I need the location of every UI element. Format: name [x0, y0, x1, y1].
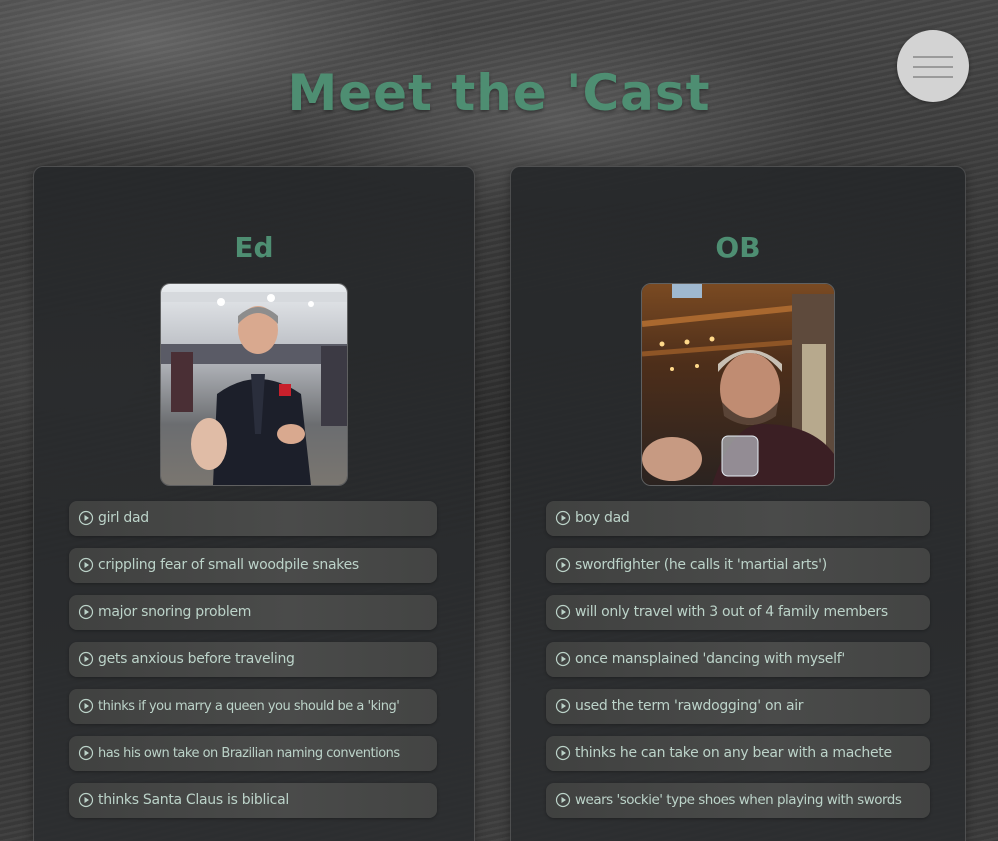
- fact-item[interactable]: crippling fear of small woodpile snakes: [69, 548, 437, 583]
- fact-item[interactable]: has his own take on Brazilian naming con…: [69, 736, 437, 771]
- fact-item[interactable]: thinks if you marry a queen you should b…: [69, 689, 437, 724]
- fact-item[interactable]: thinks Santa Claus is biblical: [69, 783, 437, 818]
- hamburger-menu-icon-bar: [913, 76, 953, 78]
- play-circle-icon: [555, 698, 571, 714]
- fact-item[interactable]: thinks he can take on any bear with a ma…: [546, 736, 930, 771]
- fact-text: girl dad: [98, 510, 149, 526]
- play-circle-icon: [78, 604, 94, 620]
- play-circle-icon: [78, 745, 94, 761]
- fact-item[interactable]: will only travel with 3 out of 4 family …: [546, 595, 930, 630]
- page-title: Meet the 'Cast: [287, 64, 711, 122]
- fact-text: swordfighter (he calls it 'martial arts'…: [575, 557, 827, 573]
- cast-name: Ed: [234, 231, 274, 264]
- cast-card-ed: Ed girl dad crippling fear of small wood…: [33, 166, 475, 841]
- fact-text: major snoring problem: [98, 604, 252, 620]
- fact-text: crippling fear of small woodpile snakes: [98, 557, 359, 573]
- play-circle-icon: [78, 510, 94, 526]
- cast-photo-ob: [641, 283, 835, 486]
- play-circle-icon: [555, 745, 571, 761]
- play-circle-icon: [555, 651, 571, 667]
- cast-photo-ed: [160, 283, 348, 486]
- play-circle-icon: [78, 557, 94, 573]
- fact-item[interactable]: boy dad: [546, 501, 930, 536]
- hamburger-menu-icon: [913, 56, 953, 58]
- fact-text: thinks if you marry a queen you should b…: [98, 699, 400, 714]
- ed-photo-image: [161, 284, 347, 485]
- fact-text: thinks Santa Claus is biblical: [98, 792, 289, 808]
- fact-text: used the term 'rawdogging' on air: [575, 698, 804, 714]
- play-circle-icon: [555, 510, 571, 526]
- fact-item[interactable]: used the term 'rawdogging' on air: [546, 689, 930, 724]
- fact-text: boy dad: [575, 510, 630, 526]
- menu-button[interactable]: [897, 30, 969, 102]
- fact-list-ob: boy dad swordfighter (he calls it 'marti…: [546, 501, 930, 830]
- fact-list-ed: girl dad crippling fear of small woodpil…: [69, 501, 437, 830]
- fact-text: thinks he can take on any bear with a ma…: [575, 745, 892, 761]
- fact-item[interactable]: wears 'sockie' type shoes when playing w…: [546, 783, 930, 818]
- cast-name: OB: [715, 231, 761, 264]
- play-circle-icon: [78, 651, 94, 667]
- fact-item[interactable]: swordfighter (he calls it 'martial arts'…: [546, 548, 930, 583]
- fact-text: gets anxious before traveling: [98, 651, 295, 667]
- play-circle-icon: [555, 604, 571, 620]
- play-circle-icon: [78, 698, 94, 714]
- play-circle-icon: [78, 792, 94, 808]
- hamburger-menu-icon-bar: [913, 66, 953, 68]
- fact-item[interactable]: girl dad: [69, 501, 437, 536]
- fact-text: once mansplained 'dancing with myself': [575, 651, 845, 667]
- fact-text: has his own take on Brazilian naming con…: [98, 746, 400, 761]
- play-circle-icon: [555, 557, 571, 573]
- fact-item[interactable]: gets anxious before traveling: [69, 642, 437, 677]
- fact-item[interactable]: major snoring problem: [69, 595, 437, 630]
- ob-photo-image: [642, 284, 834, 485]
- fact-item[interactable]: once mansplained 'dancing with myself': [546, 642, 930, 677]
- cast-card-ob: OB boy dad swordfighter (he calls it 'ma…: [510, 166, 966, 841]
- fact-text: wears 'sockie' type shoes when playing w…: [575, 792, 902, 808]
- fact-text: will only travel with 3 out of 4 family …: [575, 604, 888, 620]
- play-circle-icon: [555, 792, 571, 808]
